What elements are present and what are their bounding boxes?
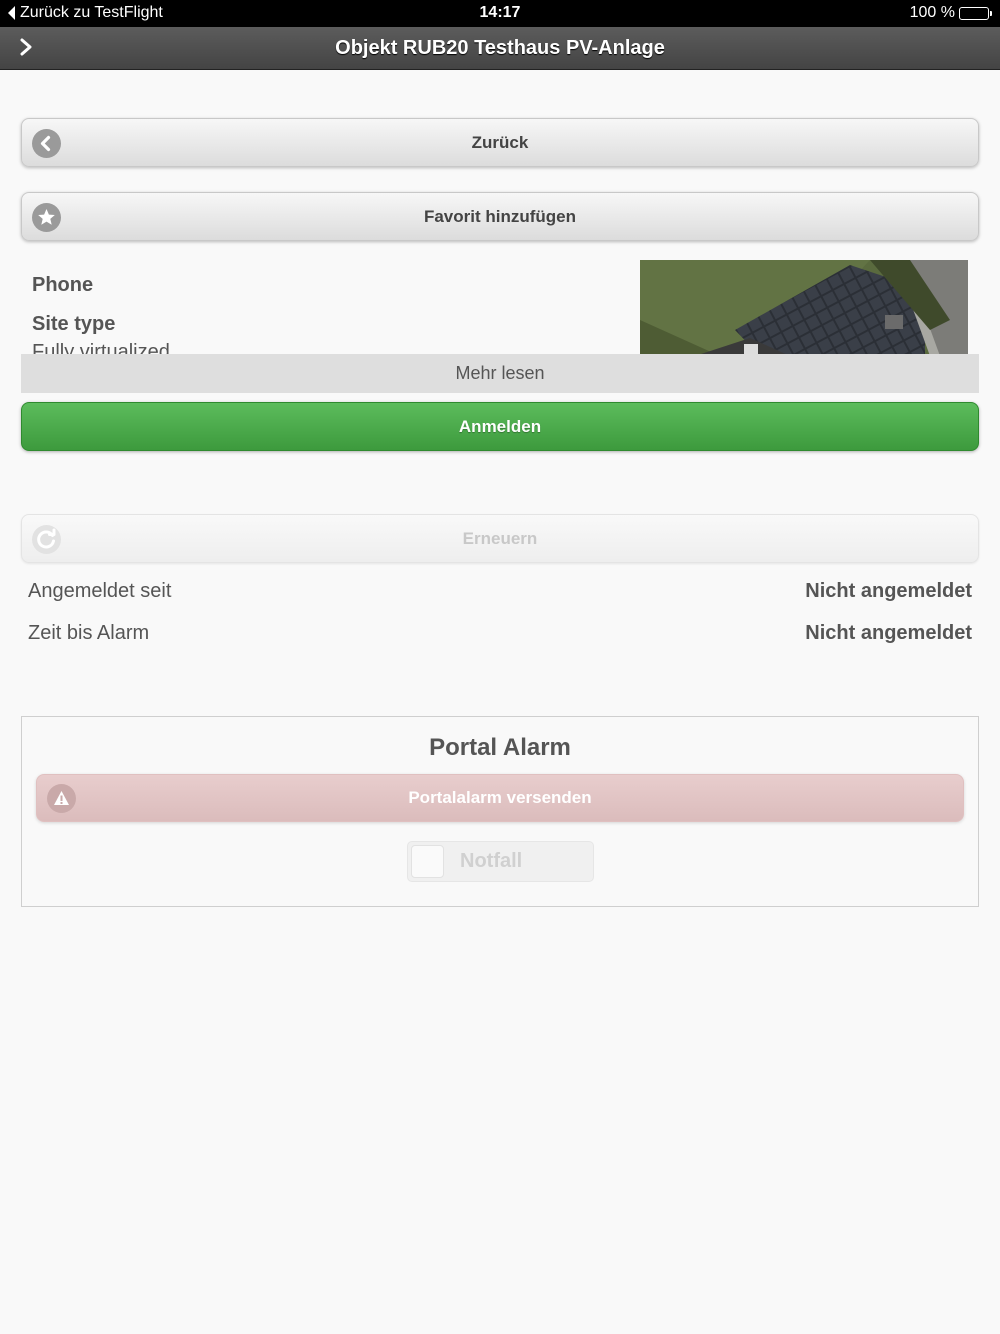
send-portal-alarm-button[interactable]: Portalalarm versenden (36, 774, 964, 822)
battery-percent: 100 % (909, 4, 955, 21)
read-more-button[interactable]: Mehr lesen (21, 354, 979, 393)
emergency-toggle[interactable]: Notfall (407, 841, 594, 882)
time-to-alarm-value: Nicht angemeldet (805, 622, 972, 644)
chevron-right-icon[interactable] (16, 37, 36, 57)
renew-button-label: Erneuern (462, 529, 538, 548)
time-to-alarm-label: Zeit bis Alarm (28, 622, 150, 644)
back-button[interactable]: Zurück (21, 118, 979, 167)
add-favorite-label: Favorit hinzufügen (423, 207, 577, 226)
renew-button[interactable]: Erneuern (21, 514, 979, 563)
battery-icon (959, 6, 989, 20)
warning-icon (47, 784, 76, 813)
object-photo (640, 260, 968, 354)
portal-alarm-title: Portal Alarm (429, 734, 571, 761)
send-portal-alarm-label: Portalalarm versenden (408, 788, 592, 807)
emergency-label: Notfall (460, 850, 523, 872)
status-bar: Zurück zu TestFlight 14:17 100 % (0, 0, 1000, 27)
logged-in-since-value: Nicht angemeldet (805, 580, 972, 602)
site-type-label: Site type (32, 313, 116, 335)
clock: 14:17 (479, 4, 521, 21)
back-button-label: Zurück (471, 133, 529, 152)
logged-in-since-label: Angemeldet seit (28, 580, 172, 602)
time-to-alarm-row: Zeit bis Alarm Nicht angemeldet (28, 622, 972, 652)
nav-bar: Objekt RUB20 Testhaus PV-Anlage (0, 27, 1000, 70)
login-button[interactable]: Anmelden (21, 402, 979, 451)
phone-label: Phone (32, 274, 94, 296)
portal-alarm-panel: Portal Alarm Portalalarm versenden Notfa… (21, 716, 979, 907)
object-info: Phone Site type Fully virtualized (21, 258, 979, 354)
page-title: Objekt RUB20 Testhaus PV-Anlage (335, 37, 665, 59)
site-type-value: Fully virtualized (32, 341, 170, 354)
chevron-left-circle-icon (32, 129, 61, 158)
refresh-icon (32, 525, 61, 554)
battery: 100 % (910, 4, 992, 22)
star-icon (32, 203, 61, 232)
add-favorite-button[interactable]: Favorit hinzufügen (21, 192, 979, 241)
emergency-toggle-knob[interactable] (411, 845, 444, 878)
logged-in-since-row: Angemeldet seit Nicht angemeldet (28, 580, 972, 610)
battery-nub (990, 10, 992, 16)
